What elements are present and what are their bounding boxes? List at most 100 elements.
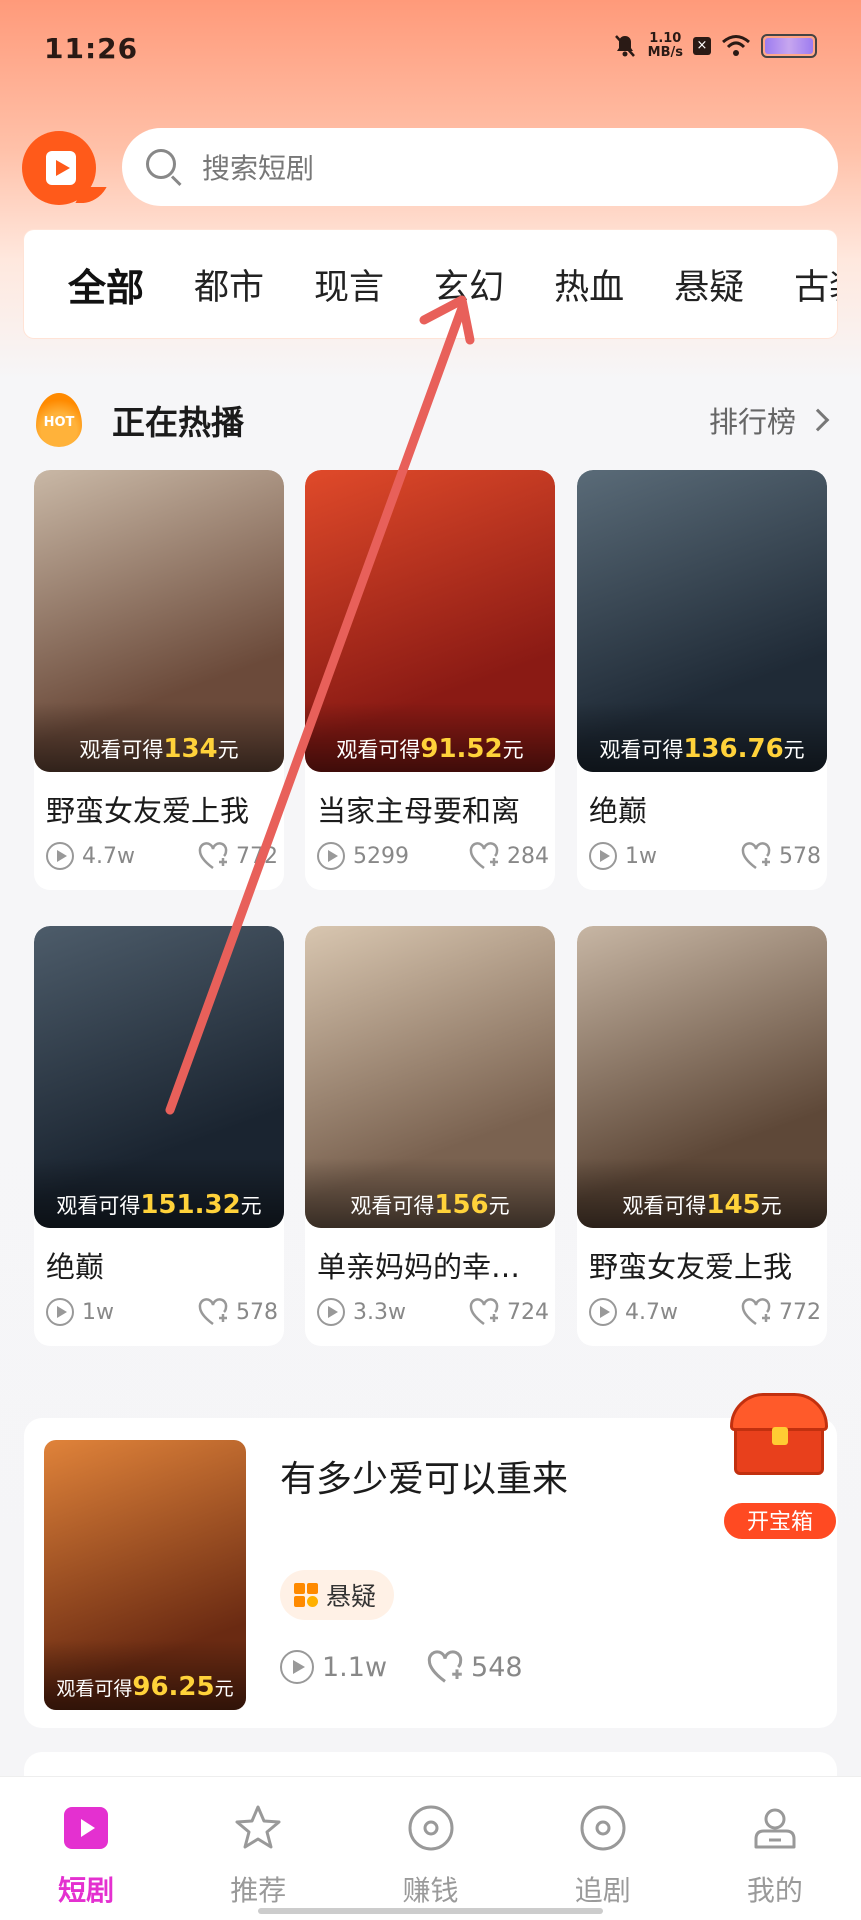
like-icon[interactable] [427,1650,463,1684]
earn-label: 观看可得91.52元 [305,734,555,764]
drama-stats: 1w 578 [46,1298,278,1326]
nav-short-drama[interactable]: 短剧 [0,1777,172,1920]
view-count: 3.3w [353,1299,406,1325]
header: 搜索短剧 [22,125,840,206]
nav-label: 我的 [746,1874,803,1907]
earn-suffix: 元 [217,738,239,762]
like-count: 284 [507,843,549,869]
genre-tag[interactable]: 悬疑 [280,1570,395,1620]
mute-bell-icon [614,35,635,57]
nav-recommend[interactable]: 推荐 [172,1777,344,1920]
play-count-icon [280,1650,314,1684]
nav-label: 推荐 [230,1874,287,1907]
drama-title: 单亲妈妈的幸… [317,1250,521,1284]
like-icon[interactable] [198,1298,228,1326]
earn-label: 观看可得151.32元 [34,1190,284,1220]
earn-label: 观看可得156元 [305,1190,555,1220]
earn-label: 观看可得134元 [34,734,284,764]
now-playing-header: HOT 正在热播 排行榜 [36,392,830,448]
earn-prefix: 观看可得 [350,1194,435,1218]
drama-card[interactable]: 观看可得91.52元 当家主母要和离 5299 284 [305,470,555,890]
tab-mystery[interactable]: 悬疑 [674,259,744,310]
nav-label: 追剧 [574,1874,631,1907]
like-icon[interactable] [741,1298,771,1326]
battery-fill [765,38,813,54]
app-logo-icon[interactable] [22,131,96,205]
nav-label: 赚钱 [402,1874,459,1907]
tab-costume[interactable]: 古装 [794,259,837,310]
category-grid-icon [294,1583,318,1607]
drama-poster[interactable]: 观看可得134元 [34,470,284,772]
section-title: 正在热播 [112,403,244,442]
featured-poster[interactable]: 观看可得96.25元 [44,1440,246,1710]
tab-modern-romance[interactable]: 现言 [314,259,384,310]
earn-label: 观看可得145元 [577,1190,827,1220]
drama-stats: 5299 284 [317,842,549,870]
like-icon[interactable] [469,1298,499,1326]
earn-prefix: 观看可得 [56,1194,141,1218]
earn-amount: 91.52 [420,734,503,764]
follow-icon [580,1805,626,1851]
like-count: 724 [507,1299,549,1325]
drama-card[interactable]: 观看可得136.76元 绝巅 1w 578 [577,470,827,890]
earn-suffix: 元 [760,1194,782,1218]
like-count: 578 [779,843,821,869]
search-placeholder: 搜索短剧 [202,152,315,185]
view-count: 1w [625,843,657,869]
play-count-icon [317,842,345,870]
drama-title: 野蛮女友爱上我 [46,794,250,828]
like-icon[interactable] [469,842,499,870]
like-icon[interactable] [741,842,771,870]
chevron-right-icon [806,408,830,432]
network-speed: 1.10 MB/s [648,32,683,60]
drama-stats: 4.7w 772 [589,1298,821,1326]
category-tabs: 全部 都市 现言 玄幻 热血 悬疑 古装 [24,230,837,338]
view-count: 1w [82,1299,114,1325]
earn-prefix: 观看可得 [79,738,164,762]
drama-poster[interactable]: 观看可得136.76元 [577,470,827,772]
earn-amount: 145 [706,1190,761,1220]
drama-title: 绝巅 [46,1250,105,1284]
genre-label: 悬疑 [326,1582,377,1611]
featured-title: 有多少爱可以重来 [280,1459,569,1500]
drama-card[interactable]: 观看可得151.32元绝巅 1w 578 [34,926,284,1346]
tab-urban[interactable]: 都市 [194,259,264,310]
hot-badge-text: HOT [43,415,75,430]
treasure-chest-widget[interactable]: 开宝箱 [720,1393,840,1541]
like-count: 578 [236,1299,278,1325]
open-treasure-button[interactable]: 开宝箱 [722,1501,838,1541]
drama-stats: 3.3w 724 [317,1298,549,1326]
status-bar: 11:26 1.10 MB/s × [0,0,861,100]
tab-fantasy[interactable]: 玄幻 [434,259,504,310]
drama-card[interactable]: 观看可得145元 野蛮女友爱上我 4.7w 772 [577,926,827,1346]
tab-action[interactable]: 热血 [554,259,624,310]
earn-amount: 134 [163,734,218,764]
like-icon[interactable] [198,842,228,870]
ranking-link[interactable]: 排行榜 [709,399,830,441]
featured-drama-card[interactable]: 观看可得96.25元 有多少爱可以重来 悬疑 1.1w 548 [24,1418,837,1728]
earn-prefix: 观看可得 [56,1678,133,1700]
wifi-icon [722,35,750,56]
drama-poster[interactable]: 观看可得145元 [577,926,827,1228]
treasure-chest-lock [772,1427,788,1445]
like-count: 772 [236,843,278,869]
drama-poster[interactable]: 观看可得151.32元 [34,926,284,1228]
tab-all[interactable]: 全部 [68,257,144,312]
earn-suffix: 元 [488,1194,510,1218]
drama-poster[interactable]: 观看可得156元 [305,926,555,1228]
earn-amount: 136.76 [683,734,784,764]
nav-follow[interactable]: 追剧 [517,1777,689,1920]
play-count-icon [317,1298,345,1326]
status-time: 11:26 [44,32,139,65]
nav-earn[interactable]: 赚钱 [344,1777,516,1920]
profile-icon [754,1808,796,1849]
search-input[interactable]: 搜索短剧 [122,128,838,206]
play-count-icon [46,1298,74,1326]
treasure-chest-lid [730,1393,828,1431]
drama-card[interactable]: 观看可得156元单亲妈妈的幸… 3.3w 724 [305,926,555,1346]
drama-poster[interactable]: 观看可得91.52元 [305,470,555,772]
coin-icon [408,1805,453,1851]
drama-card[interactable]: 观看可得134元 野蛮女友爱上我 4.7w 772 [34,470,284,890]
nav-profile[interactable]: 我的 [689,1777,861,1920]
play-count-icon [589,1298,617,1326]
